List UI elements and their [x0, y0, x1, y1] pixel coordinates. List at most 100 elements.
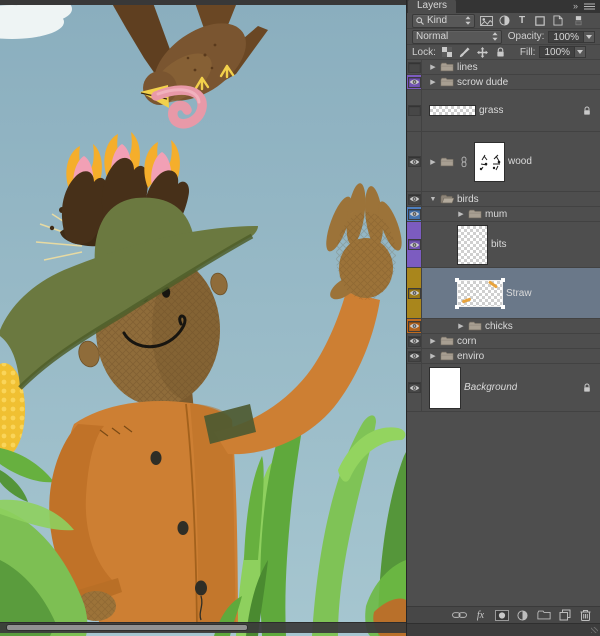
expand-arrow-icon[interactable]: ▶: [429, 158, 437, 166]
layer-name[interactable]: corn: [457, 336, 476, 347]
filter-kind-select[interactable]: Kind: [412, 13, 475, 28]
opacity-dropdown-icon[interactable]: [584, 30, 595, 43]
layer-row-bits[interactable]: bits: [407, 222, 600, 268]
horizontal-scrollbar[interactable]: [0, 622, 406, 633]
visibility-toggle[interactable]: [407, 349, 422, 363]
expand-arrow-icon[interactable]: ▶: [457, 322, 465, 330]
visibility-toggle[interactable]: [407, 222, 422, 267]
lock-all-icon[interactable]: [494, 46, 508, 58]
collapse-panel-icon[interactable]: »: [573, 1, 578, 11]
folder-icon: [468, 320, 482, 332]
add-mask-icon[interactable]: [494, 609, 509, 622]
folder-icon: [440, 61, 454, 73]
layer-thumbnail[interactable]: [455, 277, 505, 309]
layer-name[interactable]: chicks: [485, 321, 513, 332]
layer-name[interactable]: mum: [485, 209, 507, 220]
scrollbar-thumb[interactable]: [6, 624, 248, 631]
layer-thumbnail[interactable]: [457, 224, 488, 265]
folder-icon: [440, 156, 454, 168]
lock-move-icon[interactable]: [476, 46, 490, 58]
expand-arrow-icon[interactable]: ▶: [457, 210, 465, 218]
visibility-toggle[interactable]: [407, 364, 422, 411]
lock-row: Lock: Fill: 100%: [407, 45, 600, 60]
panel-footer: [407, 623, 600, 636]
layer-name[interactable]: bits: [491, 239, 507, 250]
fill-dropdown-icon[interactable]: [575, 46, 587, 58]
layer-name[interactable]: scrow dude: [457, 77, 508, 88]
lock-transparency-icon[interactable]: [440, 46, 454, 58]
filter-adjustment-icon[interactable]: [497, 15, 511, 27]
layer-name[interactable]: grass: [479, 105, 503, 116]
search-icon: [416, 16, 424, 25]
link-layers-icon[interactable]: [452, 609, 467, 622]
layer-name[interactable]: Straw: [506, 288, 532, 299]
layer-row-lines[interactable]: ▶ lines: [407, 60, 600, 75]
delete-layer-icon[interactable]: [578, 609, 593, 622]
adjustment-layer-icon[interactable]: [515, 609, 530, 622]
lock-icon: [583, 383, 591, 393]
folder-icon: [440, 335, 454, 347]
expand-arrow-icon[interactable]: ▶: [429, 352, 437, 360]
layers-panel: Layers » Kind T Normal Opacity: 100% Loc…: [406, 0, 600, 636]
visibility-toggle[interactable]: [407, 192, 422, 206]
filter-pixel-icon[interactable]: [479, 15, 493, 27]
filter-type-icon[interactable]: T: [515, 15, 529, 27]
lock-paint-icon[interactable]: [458, 46, 472, 58]
blend-mode-select[interactable]: Normal: [412, 29, 502, 44]
fill-label: Fill:: [519, 46, 536, 58]
visibility-toggle[interactable]: [407, 132, 422, 191]
layer-row-birds[interactable]: ▼ birds: [407, 192, 600, 207]
layer-row-corn[interactable]: ▶ corn: [407, 334, 600, 349]
visibility-toggle[interactable]: [407, 90, 422, 131]
layer-thumbnail[interactable]: [429, 105, 476, 116]
visibility-toggle[interactable]: [407, 60, 422, 74]
lock-icon: [583, 106, 591, 116]
visibility-toggle[interactable]: [407, 207, 422, 221]
filter-smart-icon[interactable]: [551, 15, 565, 27]
expand-arrow-icon[interactable]: ▶: [429, 63, 437, 71]
folder-icon: [440, 193, 454, 205]
expand-arrow-icon[interactable]: ▼: [429, 196, 437, 203]
layer-row-chicks[interactable]: ▶ chicks: [407, 319, 600, 334]
layer-row-background[interactable]: Background: [407, 364, 600, 412]
mask-link-icon: [457, 156, 471, 168]
layer-name[interactable]: enviro: [457, 351, 484, 362]
opacity-label: Opacity:: [507, 31, 545, 42]
layer-name[interactable]: lines: [457, 62, 478, 73]
window-top-edge: [0, 0, 406, 5]
layer-style-fx-icon[interactable]: fx: [473, 609, 488, 622]
layer-thumbnail[interactable]: [429, 366, 461, 409]
visibility-toggle[interactable]: [407, 75, 422, 89]
opacity-input[interactable]: 100%: [548, 30, 595, 43]
layer-row-straw[interactable]: Straw: [407, 268, 600, 319]
document-canvas[interactable]: [0, 0, 406, 636]
lock-label: Lock:: [412, 46, 436, 58]
layer-thumbnail[interactable]: [474, 141, 505, 182]
layer-row-grass[interactable]: grass: [407, 90, 600, 132]
visibility-toggle[interactable]: [407, 334, 422, 348]
layer-row-scrow-dude[interactable]: ▶ scrow dude: [407, 75, 600, 90]
updown-arrows-icon: [492, 32, 498, 41]
layers-tab[interactable]: Layers: [408, 0, 457, 13]
photoshop-window: Layers » Kind T Normal Opacity: 100% Loc…: [0, 0, 600, 636]
new-layer-icon[interactable]: [557, 609, 572, 622]
layer-row-mum[interactable]: ▶ mum: [407, 207, 600, 222]
expand-arrow-icon[interactable]: ▶: [429, 78, 437, 86]
new-group-icon[interactable]: [536, 609, 551, 622]
layer-name[interactable]: birds: [457, 194, 479, 205]
layer-name[interactable]: Background: [464, 382, 517, 393]
layer-name[interactable]: wood: [508, 156, 532, 167]
resize-grip-icon[interactable]: [591, 627, 598, 633]
visibility-toggle[interactable]: [407, 268, 422, 318]
filter-switch-icon[interactable]: [571, 15, 585, 27]
fill-input[interactable]: 100%: [539, 46, 587, 58]
filter-row: Kind T: [407, 13, 600, 29]
filter-shape-icon[interactable]: [533, 15, 547, 27]
layer-row-enviro[interactable]: ▶ enviro: [407, 349, 600, 364]
layer-row-wood[interactable]: ▶ wood: [407, 132, 600, 192]
visibility-toggle[interactable]: [407, 319, 422, 333]
blend-row: Normal Opacity: 100%: [407, 29, 600, 45]
expand-arrow-icon[interactable]: ▶: [429, 337, 437, 345]
panel-menu-icon[interactable]: [582, 0, 596, 12]
canvas-illustration: [0, 0, 406, 636]
